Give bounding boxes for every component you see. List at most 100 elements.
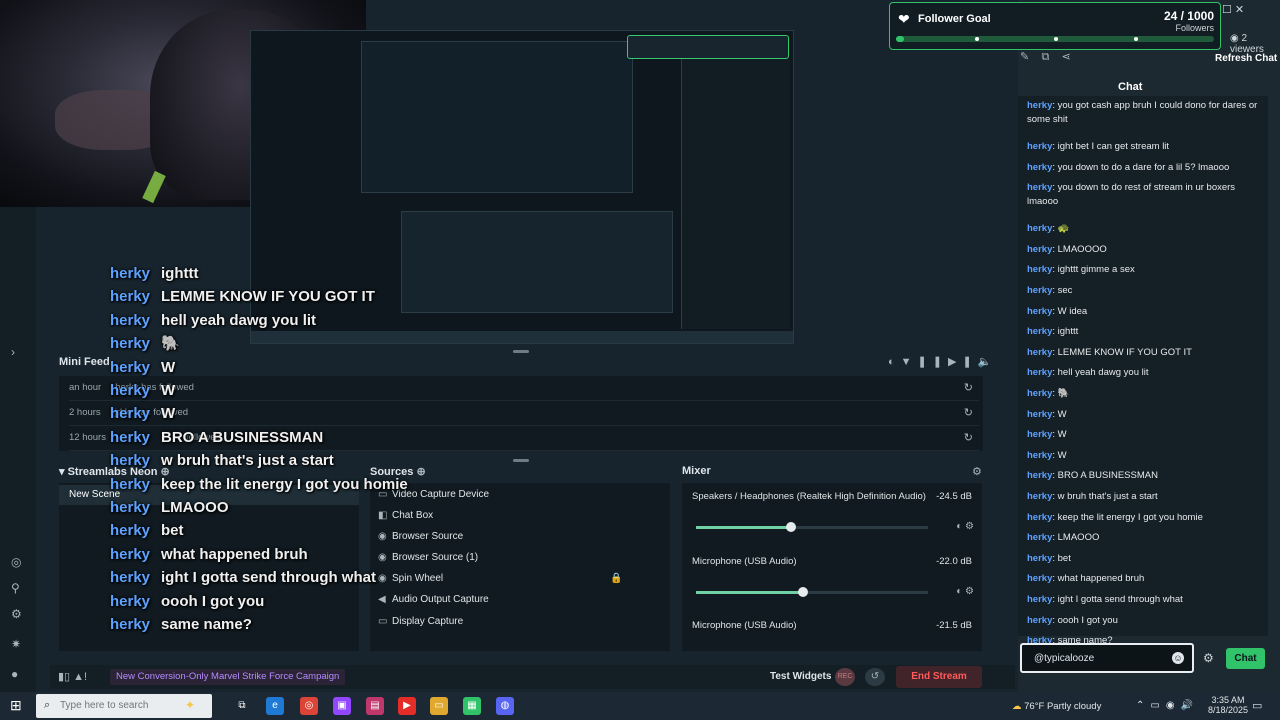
preview-nested-docks <box>401 211 673 313</box>
chevron-right-icon[interactable]: › <box>11 345 15 359</box>
chat-username[interactable]: herky <box>1027 326 1052 337</box>
refresh-icon[interactable]: ↻ <box>964 401 973 425</box>
mini-feed-toolbar[interactable]: ◐▼❚❚▶❚🔈 <box>888 355 997 368</box>
overlay-chat-message: BRO A BUSINESSMAN <box>161 428 324 446</box>
app-icon[interactable]: ▤ <box>366 697 384 715</box>
record-button[interactable]: REC <box>835 668 855 686</box>
pencil-icon[interactable]: ✎ <box>1020 51 1029 63</box>
windows-start-icon[interactable]: ⊞ <box>10 697 22 714</box>
mixer-settings-icon[interactable]: ⚙ <box>972 465 982 478</box>
chat-username[interactable]: herky <box>1027 594 1052 605</box>
emoji-icon[interactable]: ☺ <box>1172 652 1184 664</box>
share-icon[interactable]: ⋖ <box>1062 51 1071 63</box>
replay-button[interactable]: ↺ <box>865 668 885 686</box>
chat-username[interactable]: herky <box>1027 182 1052 193</box>
chrome-icon[interactable]: ◎ <box>300 697 318 715</box>
chat-send-button[interactable]: Chat <box>1226 648 1265 669</box>
chat-username[interactable]: herky <box>1027 264 1052 275</box>
chat-text: LMAOOO <box>1057 532 1100 544</box>
chat-username[interactable]: herky <box>1027 491 1052 502</box>
system-tray[interactable]: ⌃▭◉🔊 <box>1136 700 1199 711</box>
chat-message: herky: keep the lit energy I got you hom… <box>1027 511 1203 523</box>
youtube-icon[interactable]: ▶ <box>398 697 416 715</box>
volume-icon[interactable]: 🔈 <box>978 356 998 368</box>
lock-icon[interactable]: 🔒 <box>610 573 622 584</box>
campaign-link[interactable]: New Conversion-Only Marvel Strike Force … <box>110 669 346 685</box>
copilot-icon[interactable]: ✦ <box>185 698 195 712</box>
preview-nested-chat <box>681 59 790 329</box>
overlay-chat-line: herky oooh I got you <box>110 590 410 613</box>
edge-icon[interactable]: e <box>266 697 284 715</box>
refresh-chat-button[interactable]: Refresh Chat <box>1215 53 1277 64</box>
mixer-controls-icon[interactable]: ◐ ⚙ <box>956 521 974 532</box>
skip-icon[interactable]: ▶❚ <box>948 356 978 368</box>
follower-goal-widget: ❤ Follower Goal 24 / 1000 Followers <box>889 2 1221 50</box>
tools-icon[interactable]: ⚙ <box>11 607 22 621</box>
chat-username[interactable]: herky <box>1027 347 1052 358</box>
file-explorer-icon[interactable]: ▭ <box>430 697 448 715</box>
streamlabs-icon[interactable]: ▦ <box>463 697 481 715</box>
task-view-icon[interactable]: ⧉ <box>233 697 251 715</box>
chat-input[interactable] <box>1020 643 1194 673</box>
chat-username[interactable]: herky <box>1027 100 1052 111</box>
overlay-chat-message: LMAOOO <box>161 499 229 517</box>
refresh-icon[interactable]: ↻ <box>964 426 973 450</box>
resize-handle[interactable] <box>513 350 529 353</box>
stats-icon[interactable]: ▮▯ ▲! <box>58 670 87 683</box>
discord-icon[interactable]: ◍ <box>496 697 514 715</box>
mixer-controls-icon[interactable]: ◐ ⚙ <box>956 586 974 597</box>
palette-icon[interactable]: ◐ <box>888 356 901 368</box>
feed-time: an hour <box>69 382 102 393</box>
overlay-chat-user: herky <box>110 311 151 329</box>
end-stream-button[interactable]: End Stream <box>896 666 982 688</box>
chat-text: keep the lit energy I got you homie <box>1057 511 1203 523</box>
chat-message: herky: bet <box>1027 552 1071 564</box>
profile-icon[interactable]: ● <box>11 667 18 681</box>
chat-username[interactable]: herky <box>1027 532 1052 543</box>
chat-username[interactable]: herky <box>1027 573 1052 584</box>
chat-message: herky: BRO A BUSINESSMAN <box>1027 470 1158 482</box>
weather-widget[interactable]: ☁ 76°F Partly cloudy <box>1012 701 1101 712</box>
filter-icon[interactable]: ▼ <box>901 356 918 368</box>
overlay-chat-user: herky <box>110 592 151 610</box>
chat-tools[interactable]: ✎ ⧉ ⋖ <box>1020 50 1071 64</box>
volume-slider[interactable] <box>696 587 928 597</box>
notification-icon[interactable]: ▭ <box>1252 699 1262 712</box>
chat-username[interactable]: herky <box>1027 367 1052 378</box>
pause-icon[interactable]: ❚❚ <box>918 356 948 368</box>
chat-username[interactable]: herky <box>1027 223 1052 234</box>
chat-username[interactable]: herky <box>1027 306 1052 317</box>
refresh-icon[interactable]: ↻ <box>964 376 973 400</box>
mini-feed-title: Mini Feed <box>59 356 110 368</box>
chat-text: oooh I got you <box>1057 614 1118 626</box>
popout-icon[interactable]: ⧉ <box>1041 51 1049 63</box>
chat-username[interactable]: herky <box>1027 162 1052 173</box>
chat-username[interactable]: herky <box>1027 285 1052 296</box>
chat-username[interactable]: herky <box>1027 141 1052 152</box>
twitch-icon[interactable]: ▣ <box>333 697 351 715</box>
settings-icon[interactable]: ✷ <box>11 637 21 651</box>
chat-username[interactable]: herky <box>1027 429 1052 440</box>
test-widgets-button[interactable]: Test Widgets <box>770 671 831 682</box>
clock[interactable]: 3:35 AM 8/18/2025 <box>1208 695 1248 715</box>
overlay-chat-message: 🐘 <box>161 335 180 353</box>
overlay-chat-line: herky W <box>110 402 410 425</box>
resize-handle[interactable] <box>513 459 529 462</box>
chat-username[interactable]: herky <box>1027 615 1052 626</box>
link-icon[interactable]: ⚲ <box>11 581 20 595</box>
chat-settings-icon[interactable]: ⚙ <box>1203 651 1214 665</box>
theme-icon[interactable]: ◎ <box>11 555 21 569</box>
volume-slider[interactable] <box>696 522 928 532</box>
chat-username[interactable]: herky <box>1027 244 1052 255</box>
chat-username[interactable]: herky <box>1027 470 1052 481</box>
chat-username[interactable]: herky <box>1027 512 1052 523</box>
chat-username[interactable]: herky <box>1027 553 1052 564</box>
overlay-chat-message: hell yeah dawg you lit <box>161 311 317 329</box>
chat-text: LEMME KNOW IF YOU GOT IT <box>1057 346 1192 358</box>
window-controls[interactable]: ☐ ✕ <box>1222 3 1244 16</box>
chat-message: herky: W idea <box>1027 305 1088 317</box>
chat-username[interactable]: herky <box>1027 409 1052 420</box>
chat-username[interactable]: herky <box>1027 388 1052 399</box>
mixer-channel-name: Microphone (USB Audio) <box>692 620 797 631</box>
chat-username[interactable]: herky <box>1027 450 1052 461</box>
